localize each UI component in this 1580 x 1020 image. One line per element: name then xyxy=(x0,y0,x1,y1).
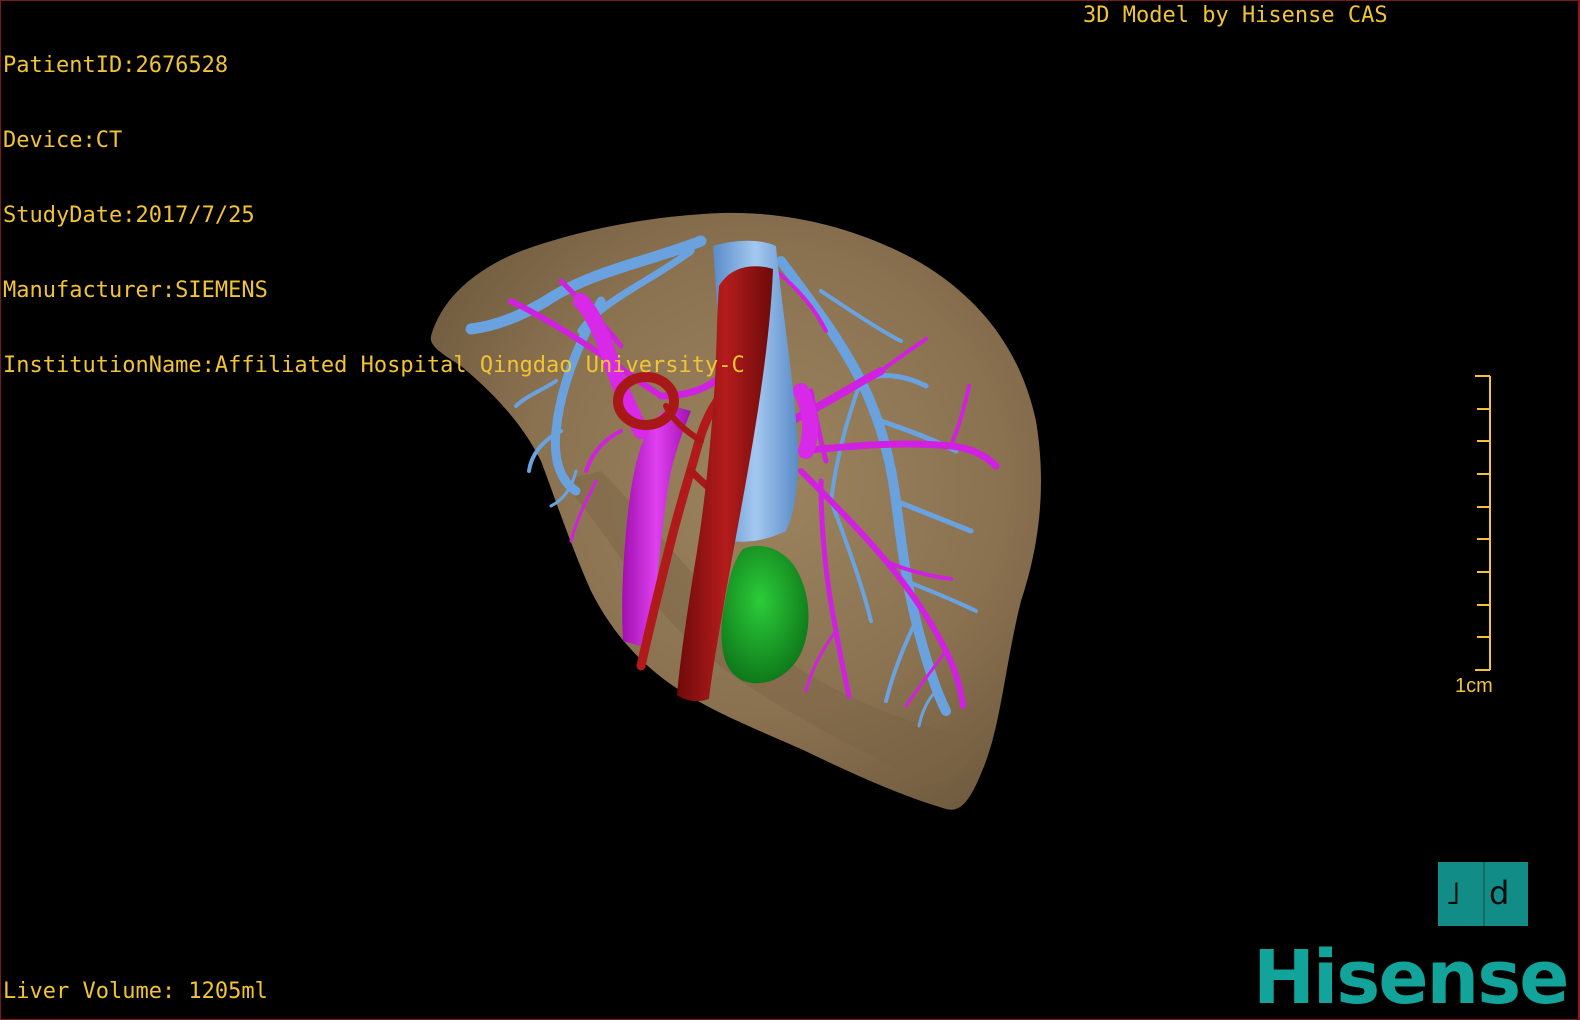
scale-bar-label: 1cm xyxy=(1455,675,1493,697)
portal-vein-right-branch xyxy=(793,383,819,459)
orientation-cube-edge xyxy=(1483,862,1485,926)
device-text: Device:CT xyxy=(3,128,123,153)
institution-name-text: InstitutionName:Affiliated Hospital Qing… xyxy=(3,353,745,378)
liver-volume-text: Liver Volume: 1205ml xyxy=(3,979,268,1004)
patient-info-overlay: PatientID:2676528 Device:CT StudyDate:20… xyxy=(3,3,745,428)
study-date-text: StudyDate:2017/7/25 xyxy=(3,203,255,228)
manufacturer-text: Manufacturer:SIEMENS xyxy=(3,278,268,303)
3d-viewport[interactable]: PatientID:2676528 Device:CT StudyDate:20… xyxy=(0,0,1580,1020)
orientation-face-right: d xyxy=(1489,874,1510,912)
scale-bar xyxy=(1475,375,1491,671)
patient-id-text: PatientID:2676528 xyxy=(3,53,229,78)
orientation-cube[interactable]: ˩ d xyxy=(1438,862,1528,926)
orientation-face-left: ˩ xyxy=(1445,874,1461,912)
hisense-logo: Hisense xyxy=(1253,935,1569,1020)
model-credit-text: 3D Model by Hisense CAS xyxy=(1083,3,1388,28)
